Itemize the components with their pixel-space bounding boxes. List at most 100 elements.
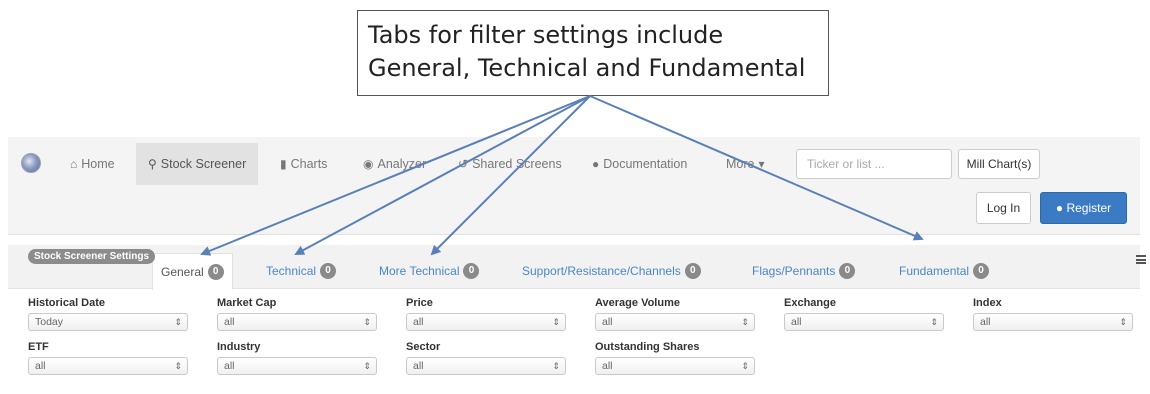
nav-home-label: Home bbox=[81, 157, 115, 171]
nav-shared-screens[interactable]: ↺ Shared Screens bbox=[458, 143, 562, 185]
filter-industry: Industry all ⇕ bbox=[217, 341, 377, 375]
tab-general-count: 0 bbox=[207, 263, 224, 280]
select-arrows-icon: ⇕ bbox=[552, 361, 560, 371]
select-value: all bbox=[602, 360, 613, 372]
callout-line-2: General, Technical and Fundamental bbox=[368, 54, 806, 82]
nav-more-label: More bbox=[726, 157, 755, 171]
etf-select[interactable]: all ⇕ bbox=[28, 357, 188, 375]
outstanding-shares-select[interactable]: all ⇕ bbox=[595, 357, 755, 375]
nav-documentation-label: Documentation bbox=[603, 157, 688, 171]
tab-flags-pennants-label: Flags/Pennants bbox=[752, 264, 836, 278]
select-arrows-icon: ⇕ bbox=[741, 361, 749, 371]
select-value: all bbox=[413, 316, 424, 328]
user-icon: ● bbox=[1055, 201, 1064, 215]
nav-analyzer[interactable]: ◉ Analyzer bbox=[363, 143, 426, 185]
select-value: all bbox=[791, 316, 802, 328]
nav-charts-label: Charts bbox=[290, 157, 328, 171]
filter-historical-date: Historical Date Today ⇕ bbox=[28, 297, 188, 331]
filter-price: Price all ⇕ bbox=[406, 297, 566, 331]
settings-title-badge: Stock Screener Settings bbox=[28, 249, 156, 264]
index-select[interactable]: all ⇕ bbox=[973, 313, 1133, 331]
tab-more-technical-count: 0 bbox=[463, 263, 480, 279]
filter-label: Market Cap bbox=[217, 297, 277, 309]
tab-technical-count: 0 bbox=[320, 263, 337, 279]
exchange-select[interactable]: all ⇕ bbox=[784, 313, 944, 331]
filter-label: Industry bbox=[217, 341, 261, 353]
eye-icon: ◉ bbox=[363, 157, 374, 171]
top-navbar: ⌂ Home ⚲ Stock Screener ▮ Charts ◉ Analy… bbox=[8, 137, 1140, 235]
tab-general[interactable]: General 0 bbox=[152, 253, 233, 290]
tab-support-resistance-label: Support/Resistance/Channels bbox=[522, 264, 681, 278]
filter-exchange: Exchange all ⇕ bbox=[784, 297, 944, 331]
list-menu-icon[interactable] bbox=[1136, 255, 1146, 264]
ticker-search-input[interactable] bbox=[796, 149, 952, 179]
select-value: all bbox=[413, 360, 424, 372]
filter-etf: ETF all ⇕ bbox=[28, 341, 188, 375]
share-icon: ↺ bbox=[458, 157, 469, 171]
mill-charts-button[interactable]: Mill Chart(s) bbox=[958, 149, 1040, 179]
bar-chart-icon: ▮ bbox=[280, 157, 287, 171]
nav-documentation[interactable]: ● Documentation bbox=[592, 143, 687, 185]
tab-fundamental-count: 0 bbox=[973, 263, 990, 279]
filter-label: Sector bbox=[406, 341, 441, 353]
filter-label: Exchange bbox=[784, 297, 836, 309]
tab-more-technical-label: More Technical bbox=[379, 264, 460, 278]
select-arrows-icon: ⇕ bbox=[363, 317, 371, 327]
select-arrows-icon: ⇕ bbox=[174, 361, 182, 371]
tab-fundamental[interactable]: Fundamental 0 bbox=[899, 253, 990, 289]
select-arrows-icon: ⇕ bbox=[741, 317, 749, 327]
select-arrows-icon: ⇕ bbox=[174, 317, 182, 327]
tab-support-resistance[interactable]: Support/Resistance/Channels 0 bbox=[522, 253, 701, 289]
select-value: all bbox=[224, 360, 235, 372]
tab-flags-pennants[interactable]: Flags/Pennants 0 bbox=[752, 253, 856, 289]
select-value: all bbox=[602, 316, 613, 328]
info-icon: ● bbox=[592, 157, 600, 171]
callout-line-1: Tabs for filter settings include bbox=[368, 21, 724, 49]
filter-label: Outstanding Shares bbox=[595, 341, 700, 353]
register-label: Register bbox=[1066, 201, 1112, 215]
filter-tab-bar: Stock Screener Settings General 0 Techni… bbox=[8, 245, 1146, 290]
tab-technical[interactable]: Technical 0 bbox=[266, 253, 337, 289]
filter-label: Average Volume bbox=[595, 297, 680, 309]
filter-label: Price bbox=[406, 297, 433, 309]
tab-technical-label: Technical bbox=[266, 264, 317, 278]
select-value: Today bbox=[35, 316, 64, 328]
price-select[interactable]: all ⇕ bbox=[406, 313, 566, 331]
select-arrows-icon: ⇕ bbox=[1119, 317, 1127, 327]
annotation-callout: Tabs for filter settings include General… bbox=[357, 10, 829, 96]
login-button[interactable]: Log In bbox=[976, 192, 1031, 224]
register-button[interactable]: ● Register bbox=[1040, 192, 1127, 224]
filter-market-cap: Market Cap all ⇕ bbox=[217, 297, 377, 331]
home-icon: ⌂ bbox=[70, 157, 78, 171]
select-arrows-icon: ⇕ bbox=[363, 361, 371, 371]
site-logo-icon[interactable] bbox=[21, 153, 41, 173]
nav-analyzer-label: Analyzer bbox=[377, 157, 427, 171]
select-arrows-icon: ⇕ bbox=[552, 317, 560, 327]
tab-support-resistance-count: 0 bbox=[684, 263, 701, 279]
average-volume-select[interactable]: all ⇕ bbox=[595, 313, 755, 331]
filter-outstanding-shares: Outstanding Shares all ⇕ bbox=[595, 341, 755, 375]
tab-more-technical[interactable]: More Technical 0 bbox=[379, 253, 480, 289]
nav-home[interactable]: ⌂ Home bbox=[70, 143, 115, 185]
market-cap-select[interactable]: all ⇕ bbox=[217, 313, 377, 331]
nav-more-dropdown[interactable]: More ▾ bbox=[726, 143, 765, 185]
select-value: all bbox=[980, 316, 991, 328]
nav-stock-screener-label: Stock Screener bbox=[160, 157, 247, 171]
caret-down-icon: ▾ bbox=[758, 157, 765, 171]
filter-label: Index bbox=[973, 297, 1002, 309]
sector-select[interactable]: all ⇕ bbox=[406, 357, 566, 375]
select-value: all bbox=[224, 316, 235, 328]
filter-label: ETF bbox=[28, 341, 49, 353]
tab-fundamental-label: Fundamental bbox=[899, 264, 970, 278]
industry-select[interactable]: all ⇕ bbox=[217, 357, 377, 375]
filter-label: Historical Date bbox=[28, 297, 106, 309]
historical-date-select[interactable]: Today ⇕ bbox=[28, 313, 188, 331]
search-icon: ⚲ bbox=[148, 157, 157, 171]
nav-charts[interactable]: ▮ Charts bbox=[280, 143, 327, 185]
filter-average-volume: Average Volume all ⇕ bbox=[595, 297, 755, 331]
nav-shared-screens-label: Shared Screens bbox=[472, 157, 562, 171]
screener-settings-panel: Stock Screener Settings General 0 Techni… bbox=[8, 245, 1146, 385]
filter-index: Index all ⇕ bbox=[973, 297, 1133, 331]
nav-stock-screener[interactable]: ⚲ Stock Screener bbox=[136, 143, 259, 185]
select-arrows-icon: ⇕ bbox=[930, 317, 938, 327]
